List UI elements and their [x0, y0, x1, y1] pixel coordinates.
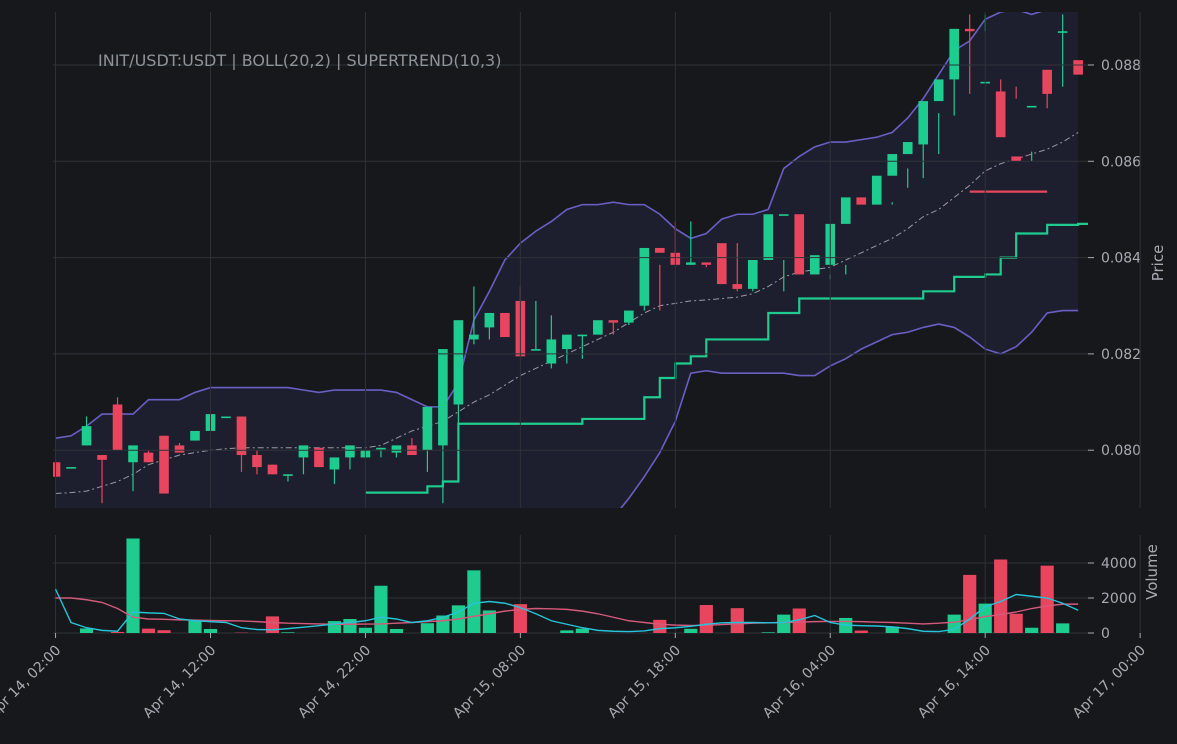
volume-bar: [700, 605, 713, 633]
volume-bar: [994, 560, 1007, 634]
volume-bar: [777, 615, 790, 633]
candle-body: [841, 197, 851, 223]
candle-body: [469, 335, 479, 340]
volume-tick-label: 4000: [1101, 556, 1137, 572]
candle-body: [1042, 70, 1052, 94]
candle-body: [640, 248, 650, 306]
candle-body: [903, 142, 913, 154]
volume-bar: [560, 630, 573, 633]
candle-body: [500, 313, 510, 337]
candle-body: [779, 214, 789, 216]
candlestick-chart: 0.0800.0820.0840.0860.088 020004000 Apr …: [0, 0, 1177, 740]
candle-body: [128, 445, 138, 462]
candle-body: [996, 91, 1006, 137]
candle-body: [283, 474, 293, 476]
candle-body: [221, 417, 231, 419]
candle-body: [686, 262, 696, 264]
candle-body: [934, 79, 944, 101]
price-tick-label: 0.082: [1101, 347, 1141, 363]
candle-body: [392, 445, 402, 452]
candle-body: [748, 260, 758, 289]
volume-bar: [684, 629, 697, 633]
candle-body: [856, 197, 866, 204]
candle-body: [1027, 106, 1037, 108]
candle-body: [485, 313, 495, 327]
candle-body: [1058, 31, 1068, 33]
volume-bar: [762, 632, 775, 633]
candle-body: [268, 465, 278, 475]
chart-title: INIT/USDT:USDT | BOLL(20,2) | SUPERTREND…: [98, 51, 501, 70]
candle-body: [144, 453, 154, 463]
candle-body: [609, 320, 619, 322]
candle-body: [701, 262, 711, 264]
volume-bar: [374, 586, 387, 633]
volume-bar: [204, 629, 217, 633]
volume-bar: [979, 604, 992, 633]
volume-bar: [731, 608, 744, 633]
candle-body: [717, 243, 727, 284]
candle-body: [299, 445, 309, 457]
volume-bar: [111, 632, 124, 633]
candle-body: [190, 431, 200, 441]
candle-body: [423, 407, 433, 450]
candle-body: [438, 349, 448, 445]
candle-body: [965, 29, 975, 31]
candle-body: [82, 426, 92, 445]
candle-body: [872, 176, 882, 205]
volume-bar: [142, 629, 155, 633]
candle-body: [345, 445, 355, 457]
volume-tick-label: 2000: [1101, 591, 1137, 607]
candle-body: [97, 455, 107, 460]
candle-body: [794, 214, 804, 274]
volume-bar: [390, 629, 403, 633]
candle-body: [1073, 60, 1083, 74]
candle-body: [376, 448, 386, 450]
volume-bar: [653, 620, 666, 633]
candle-body: [66, 467, 76, 469]
volume-bar: [359, 628, 372, 633]
candle-body: [113, 404, 123, 450]
volume-bar: [281, 632, 294, 633]
candle-body: [159, 436, 169, 494]
volume-bar: [343, 619, 356, 633]
volume-tick-label: 0: [1101, 626, 1110, 642]
candle-body: [454, 320, 464, 404]
chart-container: 0.0800.0820.0840.0860.088 020004000 Apr …: [0, 0, 1177, 740]
volume-bar: [1056, 623, 1069, 633]
candle-body: [1011, 156, 1021, 161]
volume-bar: [576, 629, 589, 633]
volume-bar: [855, 631, 868, 633]
candle-body: [237, 417, 247, 456]
candle-body: [732, 284, 742, 289]
price-tick-label: 0.084: [1101, 251, 1141, 267]
price-tick-label: 0.088: [1101, 58, 1141, 74]
candle-body: [918, 101, 928, 144]
candle-body: [624, 311, 634, 323]
volume-bar: [963, 575, 976, 633]
candle-body: [252, 455, 262, 467]
volume-bar: [421, 623, 434, 633]
candle-body: [887, 154, 897, 176]
candle-body: [562, 335, 572, 349]
volume-bar: [157, 630, 170, 633]
price-tick-label: 0.086: [1101, 154, 1141, 170]
candle-body: [547, 339, 557, 363]
candle-body: [330, 457, 340, 469]
volume-bar: [1025, 628, 1038, 633]
volume-bar: [188, 621, 201, 633]
volume-bar: [1010, 614, 1023, 633]
candle-body: [531, 349, 541, 351]
candle-body: [175, 445, 185, 452]
candle-body: [593, 320, 603, 334]
price-axis-label: Price: [1149, 245, 1167, 282]
candle-body: [578, 335, 588, 337]
candle-body: [763, 214, 773, 260]
volume-bar: [467, 570, 480, 633]
price-tick-label: 0.080: [1101, 443, 1141, 459]
candle-body: [655, 248, 665, 253]
volume-axis-label: Volume: [1143, 544, 1161, 600]
candle-body: [949, 29, 959, 80]
